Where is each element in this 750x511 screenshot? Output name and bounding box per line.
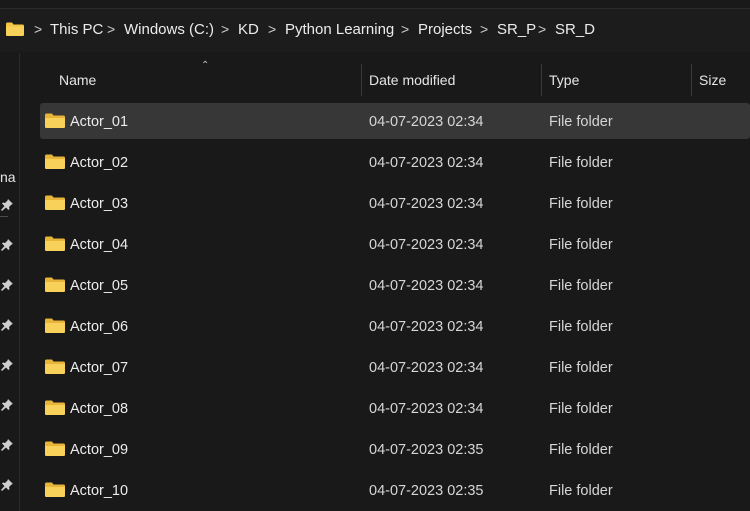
file-name: Actor_05: [70, 278, 129, 294]
file-date-modified: 04-07-2023 02:34: [369, 319, 484, 335]
file-name: Actor_07: [70, 360, 129, 376]
address-bar: > This PC > Windows (C:) > KD > Python L…: [0, 0, 750, 52]
folder-icon: [45, 236, 65, 251]
file-date-modified: 04-07-2023 02:35: [369, 442, 484, 458]
breadcrumb-item-projects[interactable]: Projects: [418, 21, 472, 39]
file-type: File folder: [549, 114, 613, 130]
file-explorer-window: > This PC > Windows (C:) > KD > Python L…: [0, 0, 750, 511]
file-name: Actor_10: [70, 483, 129, 499]
folder-icon: [45, 277, 65, 292]
folder-icon: [45, 441, 65, 456]
file-name: Actor_09: [70, 442, 129, 458]
file-row[interactable]: Actor_02 04-07-2023 02:34 File folder: [40, 144, 750, 180]
file-row[interactable]: Actor_01 04-07-2023 02:34 File folder: [40, 103, 750, 139]
column-header-row: ⌃ Name Date modified Type Size: [40, 60, 750, 98]
column-resize-handle[interactable]: [361, 64, 362, 96]
file-name: Actor_01: [70, 114, 129, 130]
pin-icon[interactable]: [1, 279, 13, 291]
file-type: File folder: [549, 196, 613, 212]
breadcrumb-item-sr-p[interactable]: SR_P: [497, 21, 536, 39]
pin-icon[interactable]: [1, 359, 13, 371]
file-date-modified: 04-07-2023 02:34: [369, 155, 484, 171]
file-row[interactable]: Actor_04 04-07-2023 02:34 File folder: [40, 226, 750, 262]
chevron-right-icon[interactable]: >: [401, 20, 409, 38]
file-date-modified: 04-07-2023 02:34: [369, 196, 484, 212]
chevron-right-icon[interactable]: >: [268, 20, 276, 38]
file-type: File folder: [549, 401, 613, 417]
pin-icon[interactable]: [1, 239, 13, 251]
folder-icon: [45, 113, 65, 128]
chevron-right-icon[interactable]: >: [107, 20, 115, 38]
file-row[interactable]: Actor_03 04-07-2023 02:34 File folder: [40, 185, 750, 221]
file-row[interactable]: Actor_10 04-07-2023 02:35 File folder: [40, 472, 750, 508]
breadcrumb-item-kd[interactable]: KD: [238, 21, 259, 39]
navigation-pane[interactable]: na: [0, 53, 20, 511]
file-date-modified: 04-07-2023 02:34: [369, 237, 484, 253]
pin-icon[interactable]: [1, 479, 13, 491]
chevron-right-icon[interactable]: >: [34, 20, 42, 38]
folder-icon: [45, 400, 65, 415]
file-row[interactable]: Actor_09 04-07-2023 02:35 File folder: [40, 431, 750, 467]
column-resize-handle[interactable]: [541, 64, 542, 96]
file-type: File folder: [549, 278, 613, 294]
breadcrumb-item-sr-d[interactable]: SR_D: [555, 21, 595, 39]
file-list: Actor_01 04-07-2023 02:34 File folder Actor…: [40, 103, 750, 511]
file-date-modified: 04-07-2023 02:34: [369, 114, 484, 130]
file-type: File folder: [549, 155, 613, 171]
column-header-type[interactable]: Type: [549, 72, 579, 88]
folder-icon: [45, 482, 65, 497]
file-name: Actor_03: [70, 196, 129, 212]
file-date-modified: 04-07-2023 02:34: [369, 278, 484, 294]
folder-icon: [45, 318, 65, 333]
file-type: File folder: [549, 360, 613, 376]
file-name: Actor_06: [70, 319, 129, 335]
chevron-right-icon[interactable]: >: [480, 20, 488, 38]
file-row[interactable]: Actor_05 04-07-2023 02:34 File folder: [40, 267, 750, 303]
folder-icon: [6, 22, 24, 36]
file-type: File folder: [549, 319, 613, 335]
file-row[interactable]: Actor_06 04-07-2023 02:34 File folder: [40, 308, 750, 344]
breadcrumb-item-this-pc[interactable]: This PC: [50, 21, 103, 39]
file-date-modified: 04-07-2023 02:35: [369, 483, 484, 499]
file-row[interactable]: Actor_08 04-07-2023 02:34 File folder: [40, 390, 750, 426]
column-header-size[interactable]: Size: [699, 72, 726, 88]
folder-icon: [45, 195, 65, 210]
file-date-modified: 04-07-2023 02:34: [369, 401, 484, 417]
breadcrumb-item-windows-c[interactable]: Windows (C:): [124, 21, 214, 39]
file-name: Actor_08: [70, 401, 129, 417]
file-type: File folder: [549, 237, 613, 253]
folder-icon: [45, 154, 65, 169]
column-header-name[interactable]: Name: [59, 72, 96, 88]
file-type: File folder: [549, 442, 613, 458]
file-date-modified: 04-07-2023 02:34: [369, 360, 484, 376]
sort-ascending-icon[interactable]: ⌃: [201, 60, 209, 71]
breadcrumb-item-python-learning[interactable]: Python Learning: [285, 21, 394, 39]
pin-icon[interactable]: [1, 399, 13, 411]
chevron-right-icon[interactable]: >: [538, 20, 546, 38]
pin-icon[interactable]: [1, 319, 13, 331]
pin-icon[interactable]: [1, 439, 13, 451]
column-resize-handle[interactable]: [691, 64, 692, 96]
folder-icon: [45, 359, 65, 374]
pin-icon[interactable]: [1, 199, 13, 211]
breadcrumb[interactable]: > This PC > Windows (C:) > KD > Python L…: [0, 8, 750, 52]
chevron-right-icon[interactable]: >: [221, 20, 229, 38]
column-header-date-modified[interactable]: Date modified: [369, 72, 455, 88]
file-name: Actor_02: [70, 155, 129, 171]
nav-item-label[interactable]: na: [0, 169, 16, 185]
file-type: File folder: [549, 483, 613, 499]
file-row[interactable]: Actor_07 04-07-2023 02:34 File folder: [40, 349, 750, 385]
nav-divider: [0, 216, 8, 217]
file-name: Actor_04: [70, 237, 129, 253]
